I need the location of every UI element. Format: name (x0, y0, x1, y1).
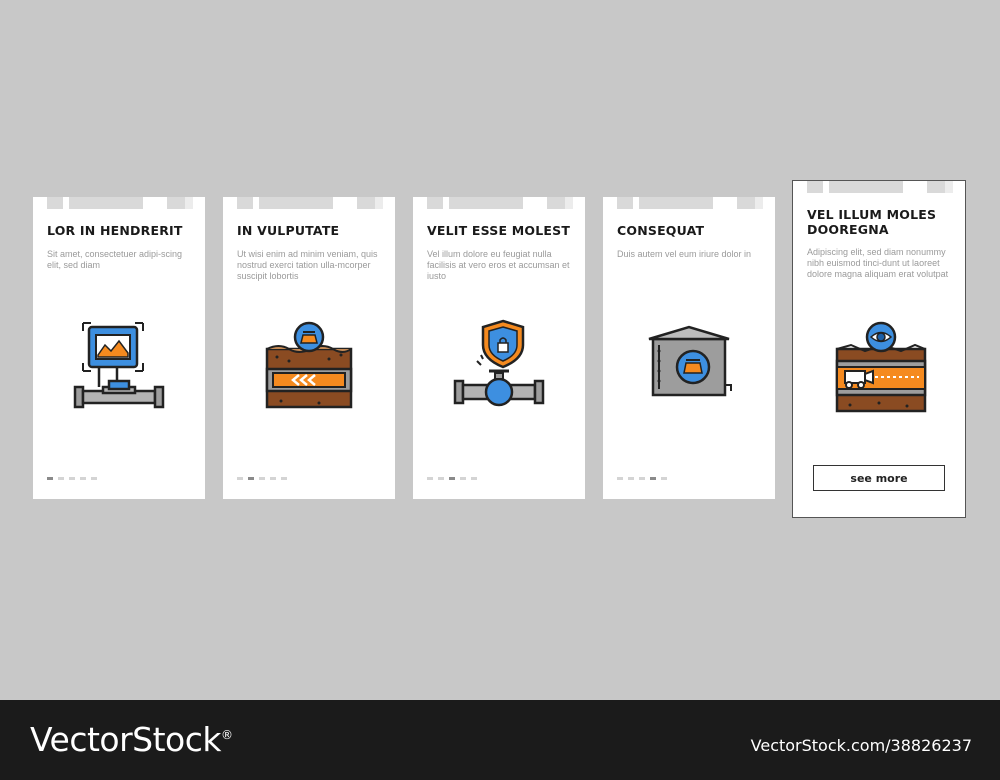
pipeline-inspection-robot-icon (835, 321, 927, 413)
card-title: VEL ILLUM MOLES DOOREGNA (807, 207, 937, 237)
card-title: LOR IN HENDRERIT (47, 223, 183, 238)
onboarding-screens-canvas: LOR IN HENDRERIT Sit amet, consectetuer … (0, 0, 1000, 700)
brand-name: VectorStock (30, 720, 222, 759)
image-id-link[interactable]: VectorStock.com/38826237 (751, 736, 972, 755)
status-bar (237, 197, 383, 209)
underground-pipe-oil-icon (265, 321, 353, 409)
card-title: IN VULPUTATE (237, 223, 340, 238)
onboarding-card-2: IN VULPUTATE Ut wisi enim ad minim venia… (223, 197, 395, 499)
card-description: Adipiscing elit, sed diam nonummy nibh e… (807, 247, 949, 279)
card-description: Ut wisi enim ad minim veniam, quis nostr… (237, 249, 378, 281)
card-description: Vel illum dolore eu feugiat nulla facili… (427, 249, 570, 281)
pipe-valve-security-icon (453, 319, 545, 407)
card-title: VELIT ESSE MOLEST (427, 223, 571, 238)
footer-bar: VectorStock® VectorStock.com/38826237 (0, 700, 1000, 780)
trademark-symbol: ® (221, 728, 233, 742)
status-bar (427, 197, 573, 209)
oil-storage-tank-icon (648, 325, 732, 397)
status-bar (47, 197, 193, 209)
card-description: Duis autem vel eum iriure dolor in (617, 249, 752, 259)
status-bar (807, 181, 953, 193)
pipeline-monitor-icon (73, 322, 165, 409)
onboarding-card-1: LOR IN HENDRERIT Sit amet, consectetuer … (33, 197, 205, 499)
status-bar (617, 197, 763, 209)
card-description: Sit amet, consectetuer adipi-scing elit,… (47, 249, 183, 270)
see-more-button[interactable]: see more (813, 465, 945, 491)
card-title: CONSEQUAT (617, 223, 705, 238)
onboarding-card-4: CONSEQUAT Duis autem vel eum iriure dolo… (603, 197, 775, 499)
onboarding-card-3: VELIT ESSE MOLEST Vel illum dolore eu fe… (413, 197, 585, 499)
brand-logo[interactable]: VectorStock® (30, 720, 233, 759)
onboarding-card-5: VEL ILLUM MOLES DOOREGNA Adipiscing elit… (792, 180, 966, 518)
